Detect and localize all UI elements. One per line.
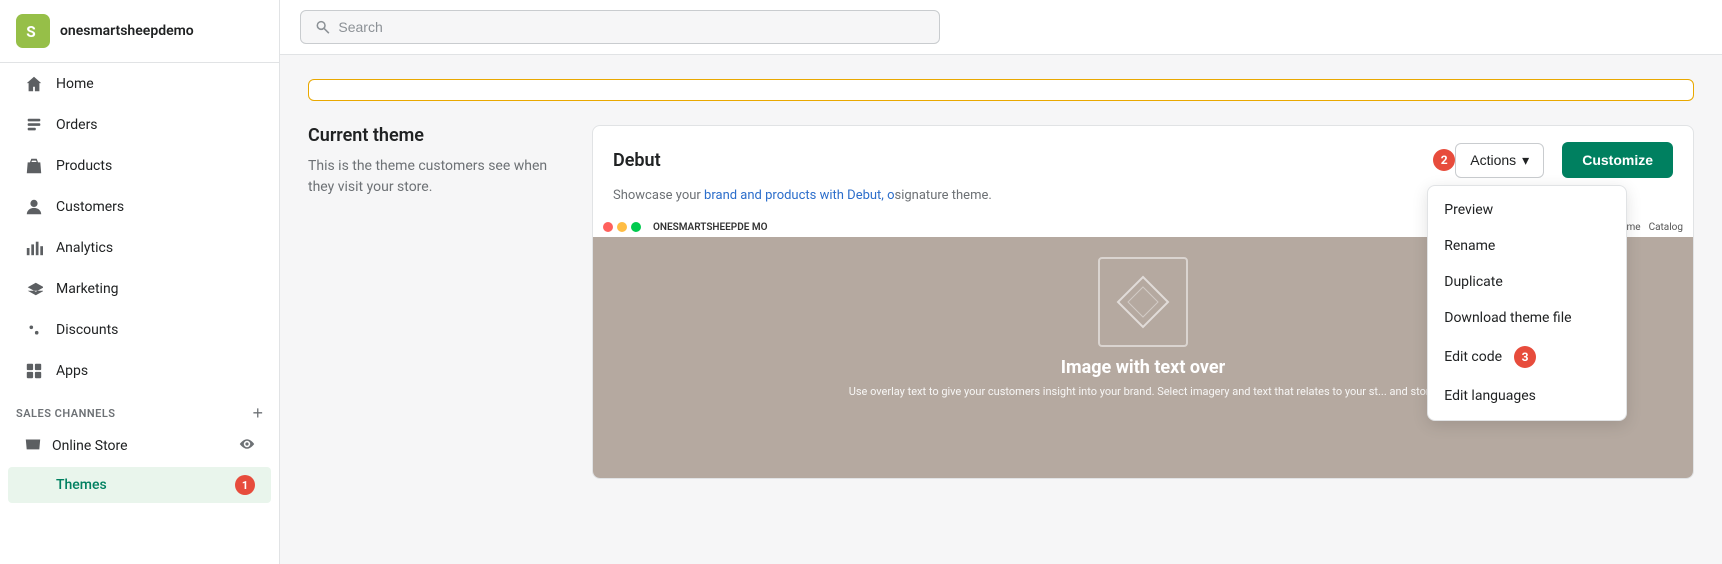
topbar xyxy=(280,0,1722,55)
actions-btn-wrap: 2 Actions ▾ Preview Rename Duplicate Dow… xyxy=(1427,143,1544,178)
sidebar-item-label: Apps xyxy=(56,363,88,379)
dot-yellow xyxy=(617,222,627,232)
dropdown-item-edit-languages[interactable]: Edit languages xyxy=(1428,378,1626,414)
svg-text:S: S xyxy=(26,23,35,41)
sidebar-item-label: Analytics xyxy=(56,240,113,256)
sidebar-item-label: Products xyxy=(56,158,112,174)
search-bar[interactable] xyxy=(300,10,940,44)
theme-name: Debut xyxy=(613,150,661,171)
header-actions: 2 Actions ▾ Preview Rename Duplicate Dow… xyxy=(1427,142,1673,178)
apps-icon xyxy=(24,361,44,381)
sidebar-item-customers[interactable]: Customers xyxy=(8,187,271,227)
theme-desc-link[interactable]: brand and products with Debut, o xyxy=(704,188,894,203)
products-icon xyxy=(24,156,44,176)
preview-store-name: ONESMARTSHEEPDE MO xyxy=(653,222,768,233)
sidebar-item-home[interactable]: Home xyxy=(8,64,271,104)
dropdown-item-preview[interactable]: Preview xyxy=(1428,192,1626,228)
sidebar-item-apps[interactable]: Apps xyxy=(8,351,271,391)
theme-card-header: Debut 2 Actions ▾ Preview xyxy=(593,126,1693,186)
sidebar-item-label: Marketing xyxy=(56,281,119,297)
themes-badge: 1 xyxy=(235,475,255,495)
actions-button[interactable]: Actions ▾ xyxy=(1455,143,1544,178)
sidebar: S onesmartsheepdemo Home Orders Products xyxy=(0,0,280,564)
sidebar-item-orders[interactable]: Orders xyxy=(8,105,271,145)
sidebar-item-label: Discounts xyxy=(56,322,118,338)
sidebar-item-discounts[interactable]: Discounts xyxy=(8,310,271,350)
sidebar-item-products[interactable]: Products xyxy=(8,146,271,186)
preview-dots xyxy=(603,222,641,232)
step3-badge: 3 xyxy=(1514,346,1536,368)
actions-dropdown: Preview Rename Duplicate Download theme … xyxy=(1427,185,1627,421)
themes-label: Themes xyxy=(56,477,107,493)
top-banner xyxy=(308,79,1694,101)
sidebar-item-themes[interactable]: Themes 1 xyxy=(8,467,271,503)
sidebar-item-label: Home xyxy=(56,76,94,92)
customers-icon xyxy=(24,197,44,217)
sidebar-nav: Home Orders Products Customers Analytics xyxy=(0,63,279,392)
store-name: onesmartsheepdemo xyxy=(60,23,194,39)
step2-badge: 2 xyxy=(1433,149,1455,171)
content-area: Current theme This is the theme customer… xyxy=(280,55,1722,564)
sidebar-item-analytics[interactable]: Analytics xyxy=(8,228,271,268)
sidebar-logo: S onesmartsheepdemo xyxy=(0,0,279,63)
preview-nav-catalog: Catalog xyxy=(1649,222,1683,233)
dropdown-item-duplicate[interactable]: Duplicate xyxy=(1428,264,1626,300)
dropdown-item-rename[interactable]: Rename xyxy=(1428,228,1626,264)
dropdown-item-download[interactable]: Download theme file xyxy=(1428,300,1626,336)
current-theme-info: Current theme This is the theme customer… xyxy=(308,125,568,479)
current-theme-title: Current theme xyxy=(308,125,568,146)
analytics-icon xyxy=(24,238,44,258)
sidebar-item-marketing[interactable]: Marketing xyxy=(8,269,271,309)
sidebar-item-online-store[interactable]: Online Store xyxy=(8,427,271,465)
current-theme-subtitle: This is the theme customers see when the… xyxy=(308,156,568,198)
online-store-label: Online Store xyxy=(52,438,229,454)
preview-diamond-icon xyxy=(1113,272,1173,332)
home-icon xyxy=(24,74,44,94)
online-store-icon xyxy=(24,435,42,457)
search-input[interactable] xyxy=(338,19,925,35)
sidebar-item-label: Orders xyxy=(56,117,98,133)
actions-label: Actions xyxy=(1470,152,1516,168)
shopify-logo-icon: S xyxy=(16,14,50,48)
chevron-down-icon: ▾ xyxy=(1522,152,1529,169)
preview-main-text: Image with text over xyxy=(849,357,1438,378)
dot-red xyxy=(603,222,613,232)
preview-text-area: Image with text over Use overlay text to… xyxy=(849,357,1438,399)
sales-channels-section: SALES CHANNELS + xyxy=(0,392,279,426)
discounts-icon xyxy=(24,320,44,340)
dropdown-item-edit-code[interactable]: Edit code 3 xyxy=(1428,336,1626,378)
add-sales-channel-button[interactable]: + xyxy=(252,404,263,422)
main-content: Current theme This is the theme customer… xyxy=(280,0,1722,564)
search-icon xyxy=(315,19,330,35)
theme-card: Debut 2 Actions ▾ Preview xyxy=(592,125,1694,479)
preview-image-placeholder xyxy=(1098,257,1188,347)
orders-icon xyxy=(24,115,44,135)
customize-button[interactable]: Customize xyxy=(1562,142,1673,178)
eye-icon[interactable] xyxy=(239,436,255,456)
dot-green xyxy=(631,222,641,232)
theme-area: Current theme This is the theme customer… xyxy=(308,125,1694,479)
marketing-icon xyxy=(24,279,44,299)
preview-sub-text: Use overlay text to give your customers … xyxy=(849,384,1438,399)
sidebar-item-label: Customers xyxy=(56,199,124,215)
